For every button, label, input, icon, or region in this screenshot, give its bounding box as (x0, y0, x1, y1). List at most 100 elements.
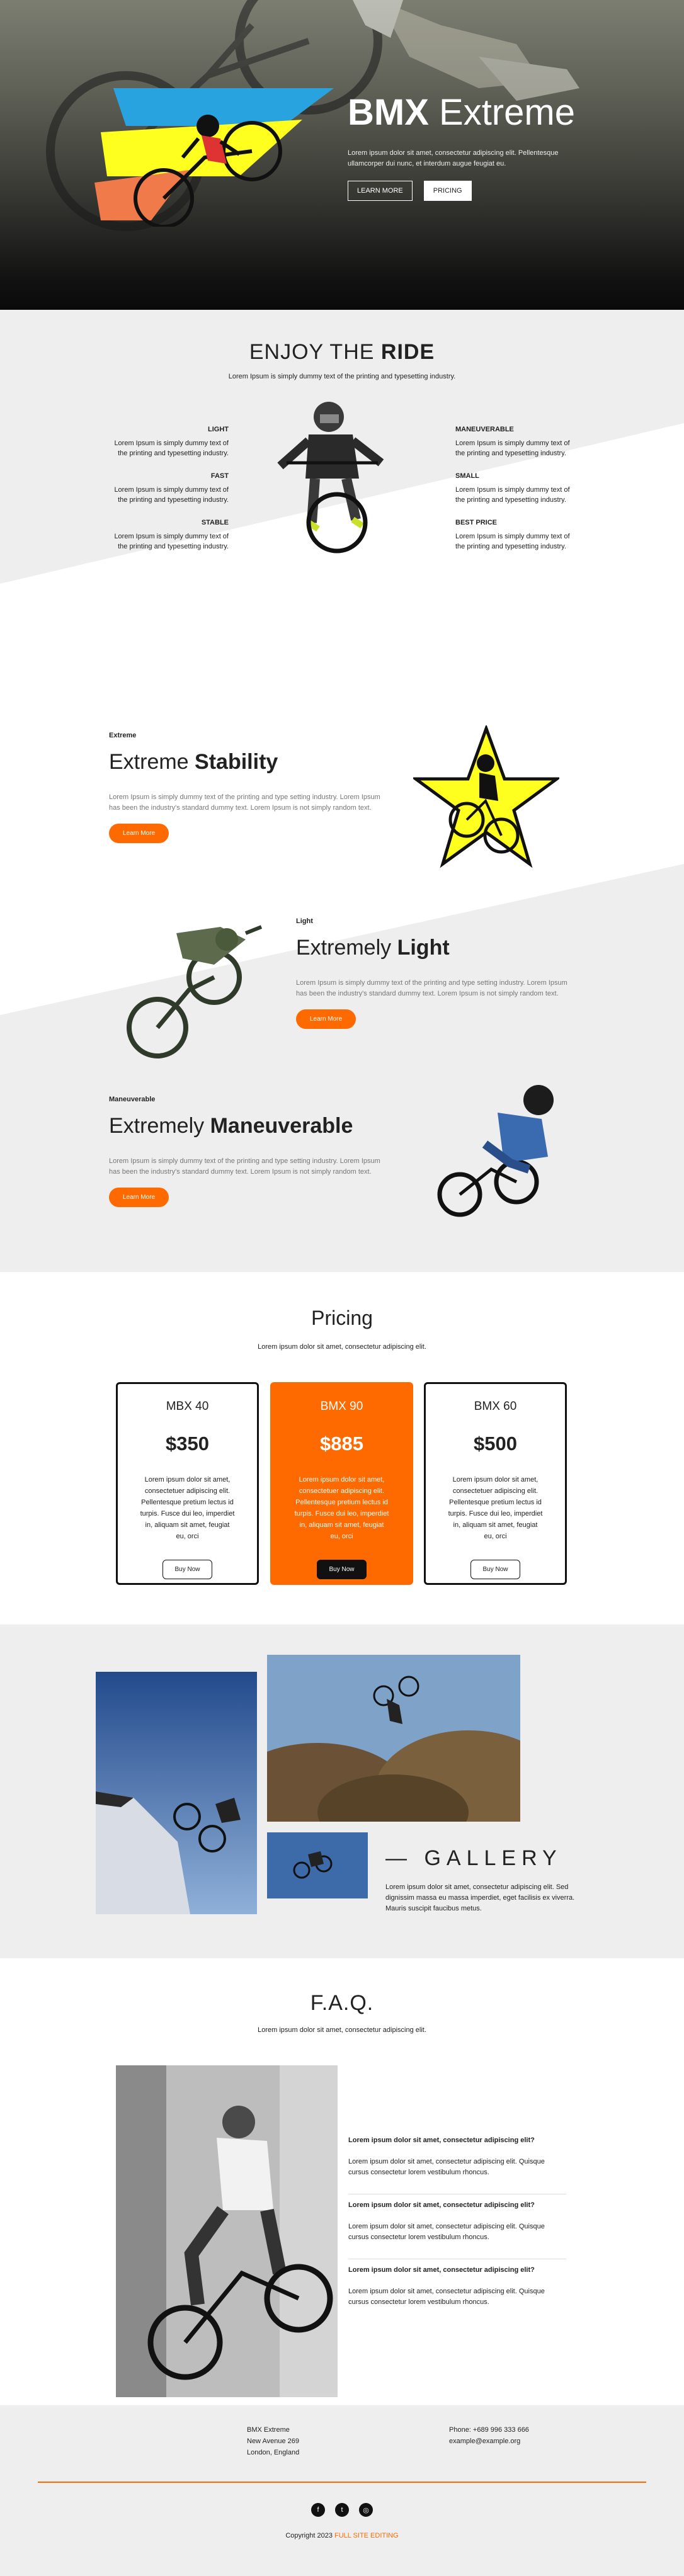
gallery-section: — GALLERY Lorem ipsum dolor sit amet, co… (0, 1625, 684, 1958)
feature-maneuverable: MANEUVERABLE Lorem Ipsum is simply dummy… (455, 424, 575, 458)
feature-title: MANEUVERABLE (455, 426, 514, 433)
plan-description: Lorem ipsum dolor sit amet, consectetuer… (448, 1476, 543, 1540)
plan-price: $500 (474, 1433, 517, 1455)
footer-address: BMX Extreme New Avenue 269 London, Engla… (247, 2424, 299, 2458)
credit-link[interactable]: FULL SITE EDITING (334, 2532, 399, 2539)
footer-address-line: London, England (247, 2449, 300, 2456)
feature-text: Lorem Ipsum is simply dummy text of the … (455, 533, 570, 550)
feature-block-stability: Extreme Extreme Stability Lorem Ipsum is… (109, 732, 386, 843)
plan-description: Lorem ipsum dolor sit amet, consectetuer… (294, 1476, 389, 1540)
feature-heading: Extremely Maneuverable (109, 1113, 386, 1138)
pricing-card-bmx60: BMX 60 $500 Lorem ipsum dolor sit amet, … (424, 1382, 567, 1585)
buy-now-button[interactable]: Buy Now (162, 1560, 212, 1579)
footer-email[interactable]: example@example.org (449, 2436, 529, 2447)
hero-title: BMX Extreme (348, 91, 600, 134)
social-links: f t ◎ (0, 2503, 684, 2517)
twitter-icon[interactable]: t (335, 2503, 349, 2517)
enjoy-subtitle: Lorem Ipsum is simply dummy text of the … (228, 373, 456, 380)
enjoy-section: ENJOY THE RIDE Lorem Ipsum is simply dum… (0, 310, 684, 662)
feature-light: LIGHT Lorem Ipsum is simply dummy text o… (109, 424, 229, 458)
feature-kicker: Light (296, 917, 313, 925)
feature-heading-thin: Extremely (296, 936, 397, 960)
footer-contact: Phone: +689 996 333 666 example@example.… (449, 2424, 529, 2447)
hero-flags-graphic (94, 88, 334, 227)
faq-item[interactable]: Lorem ipsum dolor sit amet, consectetur … (348, 2136, 566, 2178)
faq-question[interactable]: Lorem ipsum dolor sit amet, consectetur … (348, 2201, 566, 2209)
enjoy-rider-image (277, 402, 384, 553)
feature-text: Lorem Ipsum is simply dummy text of the … (455, 486, 570, 504)
gallery-image-sky-jump (267, 1832, 368, 1898)
plan-name: MBX 40 (166, 1400, 209, 1413)
facebook-icon[interactable]: f (311, 2503, 325, 2517)
feature-best-price: BEST PRICE Lorem Ipsum is simply dummy t… (455, 518, 575, 552)
pricing-card-mbx40: MBX 40 $350 Lorem ipsum dolor sit amet, … (116, 1382, 259, 1585)
faq-question[interactable]: Lorem ipsum dolor sit amet, consectetur … (348, 2266, 566, 2274)
feature-description: Lorem Ipsum is simply dummy text of the … (296, 979, 567, 997)
enjoy-title: ENJOY THE RIDE (0, 340, 684, 365)
feature-title: STABLE (201, 519, 229, 526)
feature-small: SMALL Lorem Ipsum is simply dummy text o… (455, 471, 575, 505)
pricing-button[interactable]: PRICING (423, 181, 472, 201)
feature-title: FAST (210, 472, 229, 480)
pricing-section: Pricing Lorem ipsum dolor sit amet, cons… (0, 1272, 684, 1625)
gallery-image-trees-jump (267, 1655, 520, 1822)
copyright: Copyright 2023 FULL SITE EDITING (0, 2532, 684, 2539)
footer-address-line: New Avenue 269 (247, 2437, 299, 2445)
feature-block-light: Light Extremely Light Lorem Ipsum is sim… (296, 917, 573, 1029)
feature-text: Lorem Ipsum is simply dummy text of the … (114, 486, 229, 504)
copyright-text: Copyright 2023 (285, 2532, 334, 2539)
pricing-title: Pricing (311, 1307, 373, 1329)
feature-block-maneuverable: Maneuverable Extremely Maneuverable Lore… (109, 1096, 386, 1207)
feature-kicker: Maneuverable (109, 1096, 156, 1103)
feature-heading-bold: Maneuverable (210, 1114, 353, 1138)
faq-item[interactable]: Lorem ipsum dolor sit amet, consectetur … (348, 2201, 566, 2243)
faq-subtitle: Lorem ipsum dolor sit amet, consectetur … (258, 2026, 426, 2034)
hero-text: BMX Extreme Lorem ipsum dolor sit amet, … (348, 91, 600, 201)
learn-more-button[interactable]: Learn More (109, 824, 169, 843)
maneuverable-rider-image (437, 1085, 554, 1217)
footer-phone: Phone: +689 996 333 666 (449, 2426, 529, 2434)
features-section: Extreme Extreme Stability Lorem Ipsum is… (0, 662, 684, 1272)
feature-text: Lorem Ipsum is simply dummy text of the … (114, 533, 229, 550)
footer-address-line: BMX Extreme (247, 2426, 290, 2434)
faq-rider-photo (116, 2065, 338, 2397)
feature-heading: Extremely Light (296, 935, 573, 960)
learn-more-button[interactable]: LEARN MORE (348, 181, 413, 201)
learn-more-button[interactable]: Learn More (296, 1009, 356, 1029)
feature-kicker: Extreme (109, 732, 137, 739)
learn-more-button[interactable]: Learn More (109, 1188, 169, 1207)
enjoy-title-thin: ENJOY THE (249, 340, 381, 364)
feature-heading-bold: Stability (195, 750, 278, 774)
faq-answer: Lorem ipsum dolor sit amet, consectetur … (348, 2223, 545, 2241)
buy-now-button[interactable]: Buy Now (317, 1560, 367, 1579)
hero-description: Lorem ipsum dolor sit amet, consectetur … (348, 149, 559, 167)
feature-title: SMALL (455, 472, 479, 480)
gallery-title: — GALLERY (385, 1846, 562, 1870)
faq-section: F.A.Q. Lorem ipsum dolor sit amet, conse… (0, 1958, 684, 2405)
star-rider-image (413, 725, 559, 868)
plan-name: BMX 90 (320, 1400, 363, 1413)
hero-buttons: LEARN MORE PRICING (348, 181, 600, 201)
buy-now-button[interactable]: Buy Now (470, 1560, 520, 1579)
faq-answer: Lorem ipsum dolor sit amet, consectetur … (348, 2288, 545, 2306)
light-rider-image (127, 925, 263, 1058)
feature-text: Lorem Ipsum is simply dummy text of the … (455, 440, 570, 457)
feature-heading: Extreme Stability (109, 749, 386, 775)
gallery-image-wall-jump (96, 1672, 257, 1914)
feature-text: Lorem Ipsum is simply dummy text of the … (114, 440, 229, 457)
feature-stable: STABLE Lorem Ipsum is simply dummy text … (109, 518, 229, 552)
plan-price: $885 (320, 1433, 363, 1455)
hero-title-bold: BMX (348, 92, 429, 133)
feature-heading-bold: Light (397, 936, 450, 960)
feature-title: LIGHT (208, 426, 229, 433)
faq-question[interactable]: Lorem ipsum dolor sit amet, consectetur … (348, 2136, 566, 2144)
feature-heading-thin: Extremely (109, 1114, 210, 1138)
footer-divider (38, 2482, 646, 2483)
hero-title-rest: Extreme (428, 92, 575, 133)
instagram-icon[interactable]: ◎ (359, 2503, 373, 2517)
pricing-card-bmx90: BMX 90 $885 Lorem ipsum dolor sit amet, … (270, 1382, 413, 1585)
enjoy-title-bold: RIDE (380, 340, 435, 364)
feature-title: BEST PRICE (455, 519, 498, 526)
feature-heading-thin: Extreme (109, 750, 195, 774)
faq-item[interactable]: Lorem ipsum dolor sit amet, consectetur … (348, 2266, 566, 2308)
